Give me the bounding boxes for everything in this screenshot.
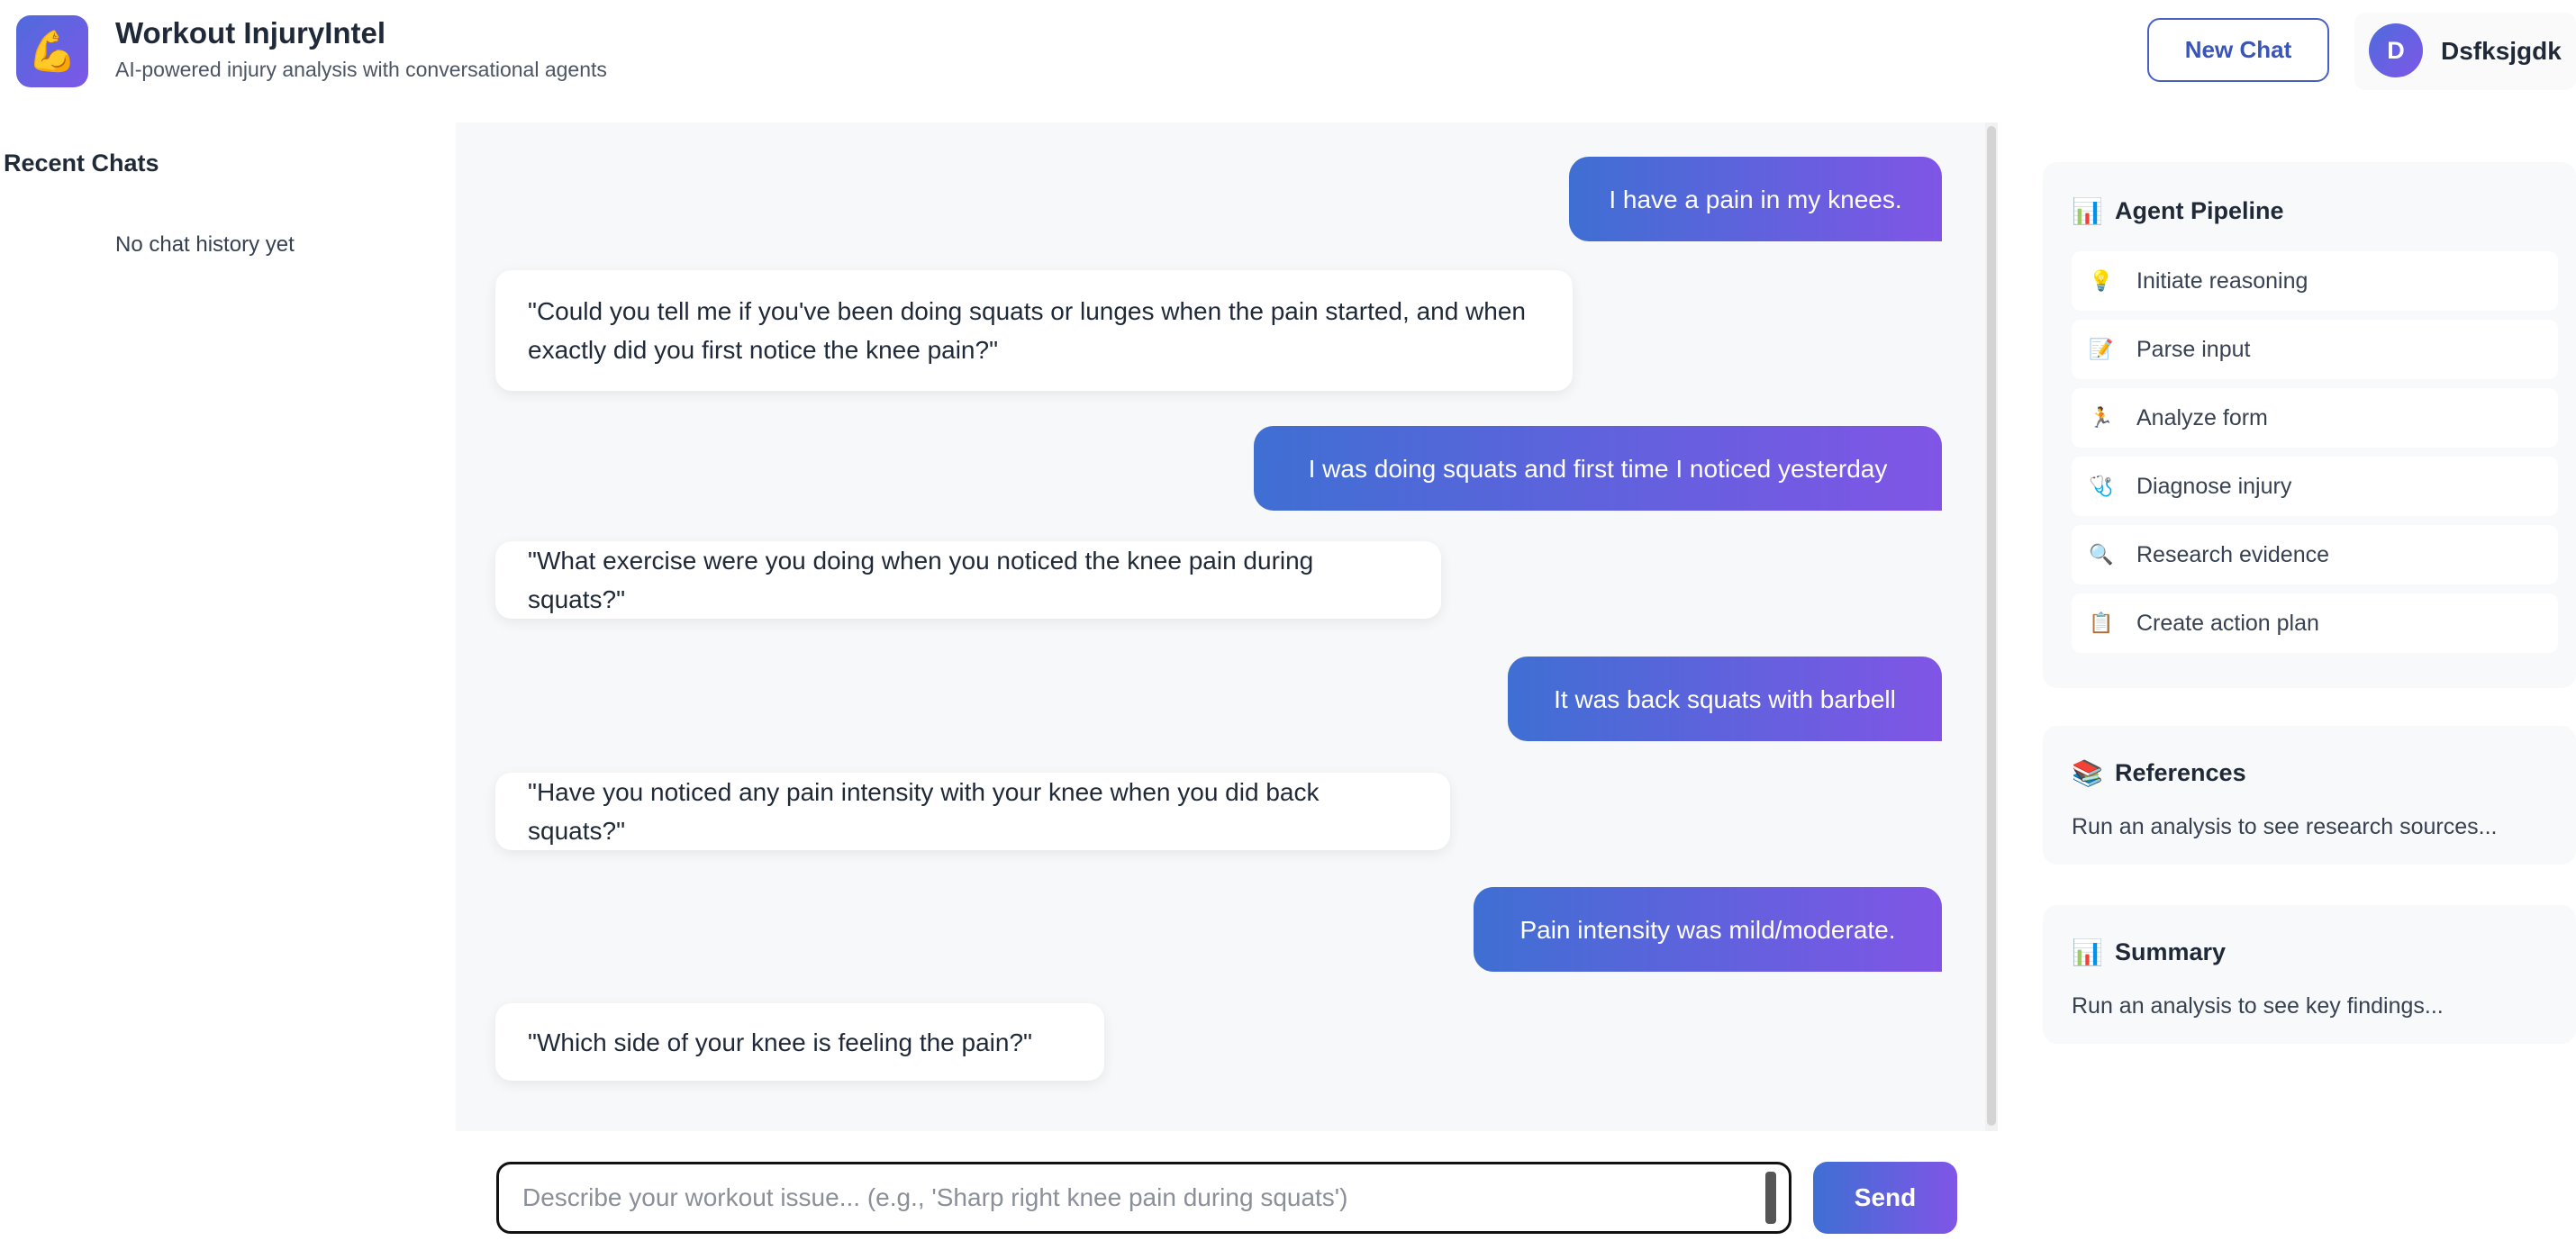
memo-icon: 📝: [2089, 338, 2114, 360]
summary-placeholder: Run an analysis to see key findings...: [2072, 993, 2444, 1019]
bot-message: "Which side of your knee is feeling the …: [495, 1003, 1104, 1081]
send-button[interactable]: Send: [1813, 1162, 1957, 1234]
agent-pipeline-title: Agent Pipeline: [2115, 197, 2284, 224]
new-chat-button[interactable]: New Chat: [2147, 18, 2329, 82]
recent-chats-sidebar: Recent Chats No chat history yet: [0, 117, 450, 1250]
recent-chats-title: Recent Chats: [4, 149, 159, 177]
bot-message: "Have you noticed any pain intensity wit…: [495, 773, 1450, 850]
references-panel: 📚 References Run an analysis to see rese…: [2043, 726, 2576, 865]
pipeline-step-label: Initiate reasoning: [2136, 267, 2308, 294]
agent-pipeline-header: 📊 Agent Pipeline: [2072, 196, 2284, 226]
lightbulb-icon: 💡: [2089, 269, 2114, 292]
pipeline-step-label: Diagnose injury: [2136, 473, 2292, 499]
avatar: D: [2369, 23, 2423, 77]
pipeline-step-analyze-form: 🏃 Analyze form: [2072, 388, 2558, 448]
app-header: 💪 Workout InjuryIntel AI-powered injury …: [0, 0, 2576, 117]
clipboard-icon: 📋: [2089, 611, 2114, 634]
runner-icon: 🏃: [2089, 406, 2114, 429]
user-message: I was doing squats and first time I noti…: [1254, 426, 1942, 511]
user-message: I have a pain in my knees.: [1569, 157, 1942, 241]
bot-message: "What exercise were you doing when you n…: [495, 541, 1441, 619]
user-message: Pain intensity was mild/moderate.: [1474, 887, 1942, 972]
flexed-bicep-logo-icon: 💪: [16, 15, 88, 87]
empty-history-text: No chat history yet: [115, 232, 295, 257]
app-subtitle: AI-powered injury analysis with conversa…: [115, 58, 607, 81]
chat-scrollbar-thumb[interactable]: [1987, 126, 1996, 1126]
pipeline-step-label: Parse input: [2136, 336, 2251, 362]
references-title: References: [2115, 759, 2246, 786]
bot-message: "Could you tell me if you've been doing …: [495, 270, 1573, 391]
message-composer: [496, 1162, 1791, 1234]
books-icon: 📚: [2072, 759, 2103, 787]
magnifier-icon: 🔍: [2089, 543, 2114, 566]
bar-chart-icon: 📊: [2072, 938, 2103, 966]
pipeline-step-diagnose-injury: 🩺 Diagnose injury: [2072, 457, 2558, 516]
pipeline-step-label: Analyze form: [2136, 404, 2268, 430]
pipeline-step-initiate-reasoning: 💡 Initiate reasoning: [2072, 251, 2558, 311]
pipeline-step-label: Create action plan: [2136, 610, 2319, 636]
references-placeholder: Run an analysis to see research sources.…: [2072, 814, 2498, 839]
app-title: Workout InjuryIntel: [115, 16, 386, 50]
chat-panel: I have a pain in my knees. "Could you te…: [456, 122, 1991, 1131]
summary-title: Summary: [2115, 938, 2227, 965]
references-header: 📚 References: [2072, 758, 2246, 788]
pipeline-step-label: Research evidence: [2136, 541, 2330, 567]
summary-panel: 📊 Summary Run an analysis to see key fin…: [2043, 905, 2576, 1044]
summary-header: 📊 Summary: [2072, 938, 2226, 967]
username: Dsfksjgdk: [2441, 37, 2562, 65]
bar-chart-icon: 📊: [2072, 197, 2103, 225]
composer-scrollbar[interactable]: [1765, 1172, 1776, 1224]
message-list: I have a pain in my knees. "Could you te…: [456, 122, 1991, 1131]
user-menu[interactable]: D Dsfksjgdk: [2354, 13, 2576, 90]
stethoscope-icon: 🩺: [2089, 475, 2114, 497]
user-message: It was back squats with barbell: [1508, 657, 1942, 741]
message-input[interactable]: [522, 1164, 1720, 1231]
agent-pipeline-panel: 📊 Agent Pipeline 💡 Initiate reasoning 📝 …: [2043, 162, 2576, 688]
pipeline-step-parse-input: 📝 Parse input: [2072, 320, 2558, 379]
pipeline-step-research-evidence: 🔍 Research evidence: [2072, 525, 2558, 584]
pipeline-step-create-action-plan: 📋 Create action plan: [2072, 593, 2558, 653]
